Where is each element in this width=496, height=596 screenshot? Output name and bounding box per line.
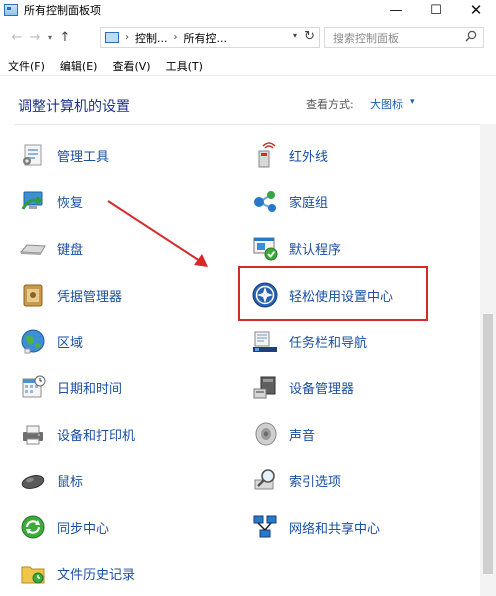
- address-bar[interactable]: › 控制... › 所有控... ▾ ↻: [100, 27, 320, 48]
- item-infrared[interactable]: 红外线: [250, 138, 328, 172]
- item-device-manager[interactable]: 设备管理器: [250, 370, 354, 404]
- item-taskbar-navigation[interactable]: 任务栏和导航: [250, 324, 367, 358]
- navigation-bar: ← → ▾ ↑ › 控制... › 所有控... ▾ ↻ 搜索控制面板: [0, 22, 496, 52]
- item-sync-center[interactable]: 同步中心: [18, 510, 109, 544]
- up-arrow-icon[interactable]: ↑: [56, 30, 74, 45]
- scrollbar[interactable]: [480, 124, 496, 596]
- highlight-box: [238, 266, 428, 321]
- item-label: 声音: [289, 428, 316, 444]
- control-panel-icon: [4, 4, 18, 16]
- item-admin-tools[interactable]: 管理工具: [18, 138, 109, 172]
- menu-file[interactable]: 文件(F): [0, 58, 52, 74]
- item-sound[interactable]: 声音: [250, 417, 315, 451]
- window-title: 所有控制面板项: [24, 4, 101, 17]
- search-icon[interactable]: [465, 30, 477, 46]
- item-label: 任务栏和导航: [289, 335, 368, 351]
- item-label: 凭据管理器: [57, 289, 123, 305]
- mouse-icon: [18, 465, 48, 495]
- item-label: 红外线: [289, 149, 329, 165]
- item-label: 鼠标: [57, 474, 84, 490]
- keyboard-icon: [18, 233, 48, 263]
- item-network-sharing[interactable]: 网络和共享中心: [250, 510, 380, 544]
- item-label: 网络和共享中心: [289, 521, 381, 537]
- menu-view[interactable]: 查看(V): [104, 58, 157, 74]
- menu-edit[interactable]: 编辑(E): [52, 58, 105, 74]
- item-indexing-options[interactable]: 索引选项: [250, 463, 341, 497]
- item-label: 设备管理器: [289, 381, 355, 397]
- item-default-programs[interactable]: 默认程序: [250, 231, 341, 265]
- scrollbar-thumb[interactable]: [483, 314, 493, 574]
- item-devices-printers[interactable]: 设备和打印机: [18, 417, 135, 451]
- device-manager-icon: [250, 372, 280, 402]
- minimize-button[interactable]: —: [376, 0, 416, 20]
- menu-bar: 文件(F) 编辑(E) 查看(V) 工具(T): [0, 56, 496, 76]
- item-homegroup[interactable]: 家庭组: [250, 184, 328, 218]
- item-label: 同步中心: [57, 521, 110, 537]
- item-label: 家庭组: [289, 195, 329, 211]
- item-label: 默认程序: [289, 242, 342, 258]
- item-label: 区域: [57, 335, 84, 351]
- homegroup-icon: [250, 186, 280, 216]
- back-arrow-icon[interactable]: ←: [8, 30, 26, 45]
- item-recovery[interactable]: 恢复: [18, 184, 83, 218]
- item-credential-manager[interactable]: 凭据管理器: [18, 278, 122, 312]
- item-mouse[interactable]: 鼠标: [18, 463, 83, 497]
- item-region[interactable]: 区域: [18, 324, 83, 358]
- view-by-dropdown[interactable]: 大图标: [370, 96, 403, 112]
- title-bar: 所有控制面板项 — ☐ ✕: [0, 0, 496, 20]
- chevron-right-icon: ›: [125, 32, 129, 43]
- region-icon: [18, 326, 48, 356]
- maximize-button[interactable]: ☐: [416, 0, 456, 20]
- date-time-icon: [18, 372, 48, 402]
- file-history-icon: [18, 558, 48, 588]
- item-keyboard[interactable]: 键盘: [18, 231, 83, 265]
- network-sharing-icon: [250, 512, 280, 542]
- sound-icon: [250, 419, 280, 449]
- item-label: 恢复: [57, 195, 84, 211]
- item-label: 文件历史记录: [57, 567, 136, 583]
- item-label: 键盘: [57, 242, 84, 258]
- divider: [14, 124, 480, 125]
- admin-tools-icon: [18, 140, 48, 170]
- item-label: 设备和打印机: [57, 428, 136, 444]
- pointer-arrow: [107, 200, 208, 267]
- infrared-icon: [250, 140, 280, 170]
- taskbar-navigation-icon: [250, 326, 280, 356]
- menu-tools[interactable]: 工具(T): [158, 58, 210, 74]
- credential-manager-icon: [18, 280, 48, 310]
- devices-printers-icon: [18, 419, 48, 449]
- chevron-down-icon[interactable]: ▾: [410, 97, 415, 107]
- indexing-options-icon: [250, 465, 280, 495]
- view-by-label: 查看方式:: [306, 98, 354, 111]
- item-label: 索引选项: [289, 474, 342, 490]
- chevron-right-icon: ›: [173, 32, 178, 43]
- refresh-icon[interactable]: ↻: [304, 29, 315, 44]
- item-date-time[interactable]: 日期和时间: [18, 370, 122, 404]
- recovery-icon: [18, 186, 48, 216]
- recent-locations-icon[interactable]: ▾: [44, 33, 56, 42]
- search-placeholder: 搜索控制面板: [333, 31, 399, 45]
- forward-arrow-icon[interactable]: →: [26, 30, 44, 45]
- search-input[interactable]: 搜索控制面板: [324, 27, 484, 48]
- control-panel-icon: [105, 32, 119, 43]
- item-label: 日期和时间: [57, 381, 123, 397]
- window-controls: — ☐ ✕: [376, 0, 496, 20]
- breadcrumb-control-panel[interactable]: 控制...: [135, 30, 168, 46]
- sync-center-icon: [18, 512, 48, 542]
- default-programs-icon: [250, 233, 280, 263]
- close-button[interactable]: ✕: [456, 0, 496, 20]
- chevron-down-icon[interactable]: ▾: [293, 31, 297, 40]
- item-file-history[interactable]: 文件历史记录: [18, 556, 135, 590]
- item-label: 管理工具: [57, 149, 110, 165]
- breadcrumb-all-items[interactable]: 所有控...: [184, 30, 228, 46]
- page-title: 调整计算机的设置: [18, 99, 130, 115]
